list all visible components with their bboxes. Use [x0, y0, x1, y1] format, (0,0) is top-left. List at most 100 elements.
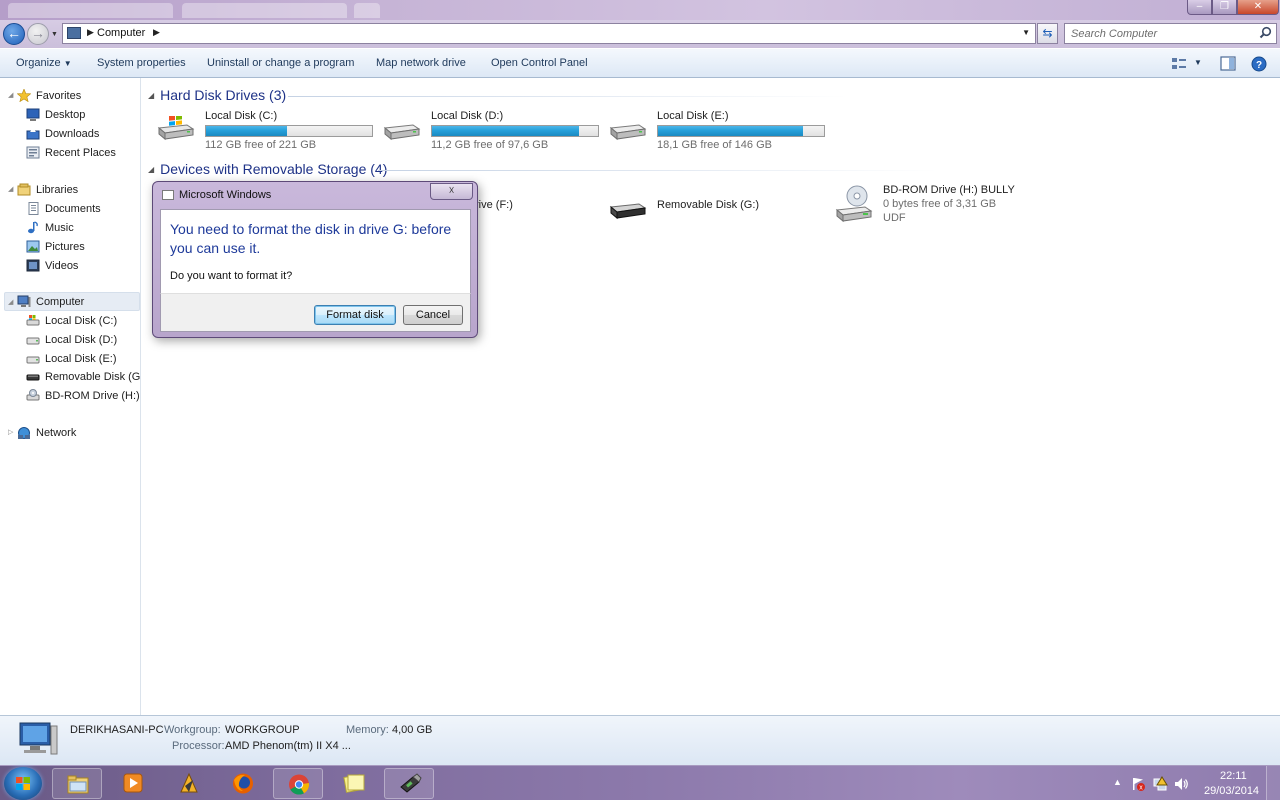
sidebar-item-label: Documents — [45, 203, 101, 215]
system-drive-icon — [26, 315, 40, 326]
drive-item-e[interactable]: Local Disk (E:) 18,1 GB free of 146 GB — [609, 110, 835, 151]
sidebar-item-recent-places[interactable]: Recent Places — [26, 144, 138, 162]
music-icon — [28, 221, 38, 234]
sidebar-item-downloads[interactable]: Downloads — [26, 125, 138, 143]
media-player-icon — [123, 773, 143, 793]
search-input[interactable]: Search Computer — [1064, 23, 1277, 44]
breadcrumb-computer[interactable]: Computer — [97, 27, 145, 39]
sidebar-item-removable-disk-g[interactable]: Removable Disk (G:) — [26, 368, 140, 386]
removable-storage-group-heading[interactable]: ◢ Devices with Removable Storage (4) — [148, 161, 387, 177]
address-dropdown-icon[interactable]: ▼ — [1022, 28, 1030, 37]
maximize-button[interactable]: ❐ — [1212, 0, 1237, 15]
network-status-icon[interactable] — [1152, 776, 1168, 792]
sidebar-item-local-disk-d[interactable]: Local Disk (D:) — [26, 331, 140, 349]
collapse-arrow-icon: ◢ — [148, 91, 155, 100]
drive-item-h[interactable]: BD-ROM Drive (H:) BULLY 0 bytes free of … — [835, 184, 1061, 232]
breadcrumb-chevron-icon[interactable]: ▶ — [153, 27, 160, 38]
removable-drive-icon — [609, 203, 647, 220]
start-button[interactable] — [4, 767, 42, 800]
preview-pane-icon[interactable] — [1220, 56, 1236, 71]
folder-icon — [67, 775, 89, 794]
breadcrumb-chevron-icon[interactable]: ▶ — [87, 27, 94, 38]
refresh-button[interactable]: ⇆ — [1037, 23, 1058, 44]
show-desktop-button[interactable] — [1266, 766, 1280, 800]
collapse-arrow-icon[interactable]: ◢ — [8, 298, 13, 306]
taskbar-winamp[interactable] — [164, 768, 214, 799]
taskbar-firefox[interactable] — [218, 768, 268, 799]
address-bar-row: ← → ▼ ▶ Computer ▶ ▼ ⇆ Search Computer — [0, 20, 1280, 48]
sidebar-item-desktop[interactable]: Desktop — [26, 106, 138, 124]
organize-button[interactable]: Organize ▼ — [16, 57, 72, 69]
chrome-icon — [289, 774, 310, 795]
sidebar-item-music[interactable]: Music — [26, 219, 138, 237]
pictures-icon — [26, 240, 40, 253]
action-center-flag-icon[interactable]: x — [1130, 776, 1146, 792]
computer-icon — [67, 27, 81, 39]
system-properties-button[interactable]: System properties — [97, 57, 186, 69]
sidebar-item-label: Computer — [36, 296, 85, 308]
taskbar-media-player[interactable] — [108, 768, 158, 799]
firefox-icon — [233, 773, 253, 794]
help-icon[interactable]: ? — [1251, 56, 1267, 72]
windows-logo-icon — [16, 777, 30, 790]
map-network-drive-button[interactable]: Map network drive — [376, 57, 466, 69]
processor-value: AMD Phenom(tm) II X4 ... — [225, 740, 351, 752]
svg-text:?: ? — [1256, 60, 1262, 71]
drive-item-d[interactable]: Local Disk (D:) 11,2 GB free of 97,6 GB — [383, 110, 609, 151]
background-tab — [354, 3, 380, 18]
dialog-close-button[interactable]: ☓ — [430, 183, 473, 200]
drive-free-space: 0 bytes free of 3,31 GB — [883, 198, 997, 210]
window-title-bar: – ❐ ✕ — [0, 0, 1280, 20]
search-placeholder: Search Computer — [1071, 28, 1158, 40]
format-disk-button[interactable]: Format disk — [314, 305, 396, 325]
sidebar-item-documents[interactable]: Documents — [26, 200, 138, 218]
hard-disk-group-heading[interactable]: ◢ Hard Disk Drives (3) — [148, 87, 286, 103]
drive-item-g[interactable]: Removable Disk (G:) — [609, 191, 835, 231]
drive-usage-fill — [206, 126, 288, 136]
sidebar-item-bd-rom-h[interactable]: BD-ROM Drive (H:) BULLY — [26, 387, 140, 405]
cancel-button[interactable]: Cancel — [403, 305, 463, 325]
collapse-arrow-icon[interactable]: ◢ — [8, 91, 13, 99]
hard-drive-icon — [609, 124, 647, 141]
desktop-icon — [26, 108, 40, 121]
expand-arrow-icon[interactable]: ▷ — [8, 428, 13, 436]
sidebar-item-pictures[interactable]: Pictures — [26, 238, 138, 256]
recent-pages-dropdown[interactable]: ▼ — [51, 31, 58, 38]
sidebar-item-local-disk-e[interactable]: Local Disk (E:) — [26, 350, 140, 368]
recent-places-icon — [26, 146, 40, 159]
taskbar-app-running[interactable] — [384, 768, 434, 799]
view-options-icon[interactable] — [1171, 56, 1187, 71]
sidebar-item-local-disk-c[interactable]: Local Disk (C:) — [26, 312, 140, 330]
group-divider — [288, 96, 848, 97]
taskbar-chrome[interactable] — [273, 768, 323, 799]
search-icon[interactable] — [1259, 26, 1272, 39]
chevron-down-icon: ▼ — [63, 59, 72, 68]
drive-free-space: 18,1 GB free of 146 GB — [657, 139, 772, 151]
minimize-button[interactable]: – — [1187, 0, 1212, 15]
navigation-pane: ◢ Favorites Desktop Downloads Recent Pla… — [0, 78, 141, 715]
sidebar-item-favorites[interactable]: Favorites — [17, 87, 137, 105]
clock-date[interactable]: 29/03/2014 — [1204, 785, 1259, 797]
show-hidden-icons-button[interactable]: ▲ — [1113, 777, 1122, 787]
sidebar-item-computer[interactable]: Computer — [17, 293, 137, 311]
back-button[interactable]: ← — [3, 23, 25, 45]
volume-icon[interactable] — [1173, 776, 1189, 792]
sidebar-item-libraries[interactable]: Libraries — [17, 181, 137, 199]
close-window-button[interactable]: ✕ — [1237, 0, 1279, 15]
drive-item-c[interactable]: Local Disk (C:) 112 GB free of 221 GB — [157, 110, 383, 151]
star-icon — [17, 89, 31, 102]
taskbar-explorer[interactable] — [52, 768, 102, 799]
computer-icon — [17, 295, 31, 307]
sidebar-item-videos[interactable]: Videos — [26, 257, 138, 275]
clock-time[interactable]: 22:11 — [1220, 770, 1247, 782]
taskbar-sticky-notes[interactable] — [329, 768, 379, 799]
uninstall-program-button[interactable]: Uninstall or change a program — [207, 57, 354, 69]
organize-label: Organize — [16, 57, 61, 69]
forward-button[interactable]: → — [27, 23, 49, 45]
sidebar-item-network[interactable]: Network — [17, 424, 137, 442]
collapse-arrow-icon[interactable]: ◢ — [8, 185, 13, 193]
address-bar[interactable]: ▶ Computer ▶ ▼ — [62, 23, 1036, 44]
view-dropdown-icon[interactable]: ▼ — [1194, 58, 1202, 67]
open-control-panel-button[interactable]: Open Control Panel — [491, 57, 588, 69]
removable-drive-icon — [26, 374, 40, 381]
